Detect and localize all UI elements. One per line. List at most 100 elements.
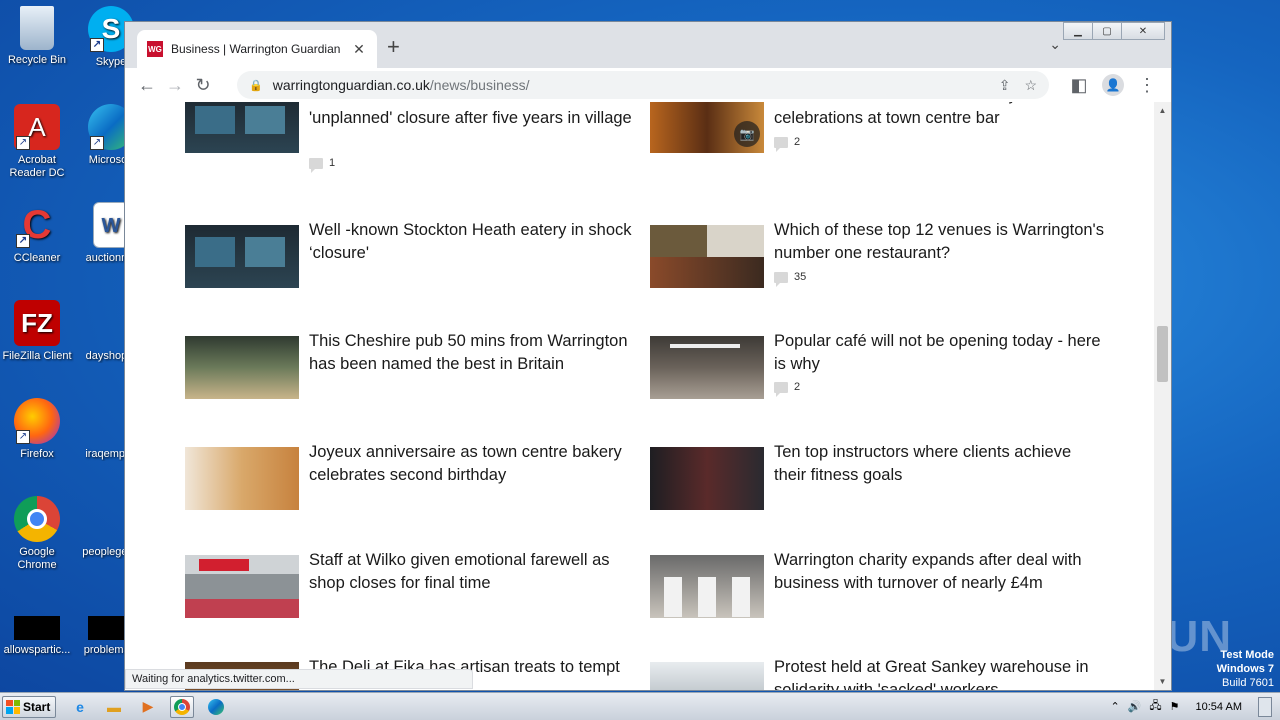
tray-expand-arrow-icon[interactable]: ⌃ xyxy=(1110,700,1119,713)
back-button[interactable]: ← xyxy=(133,71,161,99)
firefox-icon: ↗ xyxy=(14,398,60,444)
article-thumbnail[interactable] xyxy=(650,447,764,510)
side-panel-icon[interactable]: ◧ xyxy=(1065,71,1093,99)
reload-button[interactable]: ↻ xyxy=(189,71,217,99)
tab-search-chevron-icon[interactable]: ⌄ xyxy=(1049,36,1061,53)
window-controls: ▁ ▢ ✕ xyxy=(1063,22,1165,40)
action-center-flag-icon[interactable]: ⚑ xyxy=(1170,700,1180,713)
windows-version-line: Windows 7 xyxy=(1216,663,1274,675)
article-headline[interactable]: Staff at Wilko given emotional farewell … xyxy=(309,549,639,594)
article-thumbnail[interactable] xyxy=(650,555,764,618)
windows-logo-icon xyxy=(6,699,20,714)
shortcut-arrow-icon: ↗ xyxy=(16,136,30,150)
desktop-icon-label: Google Chrome xyxy=(17,546,57,571)
comment-bubble-icon xyxy=(774,381,788,397)
desktop-icon-recycle-bin[interactable]: Recycle Bin xyxy=(0,6,74,67)
desktop-icon-firefox[interactable]: ↗ Firefox xyxy=(0,398,74,461)
desktop-icon-google-chrome[interactable]: Google Chrome xyxy=(0,496,74,572)
article-headline[interactable]: Union Jack Vanbar - first birthday celeb… xyxy=(774,102,1104,129)
taskbar: Start e ▬ ▶ ⌃ 🔊 🖧 ⚑ 10:54 AM xyxy=(0,692,1280,720)
clock[interactable]: 10:54 AM xyxy=(1196,701,1242,713)
desktop-icon-label: Recycle Bin xyxy=(7,54,67,66)
page-scrollbar[interactable]: ▲ ▼ xyxy=(1154,102,1171,690)
comment-count[interactable]: 2 xyxy=(774,381,800,397)
scrollbar-thumb[interactable] xyxy=(1157,326,1168,382)
desktop-icon-acrobat[interactable]: A ↗ Acrobat Reader DC xyxy=(0,104,74,180)
article-thumbnail[interactable] xyxy=(185,447,299,510)
maximize-button[interactable]: ▢ xyxy=(1092,22,1122,40)
bookmark-star-icon[interactable]: ☆ xyxy=(1024,77,1037,94)
article-headline[interactable]: This Cheshire pub 50 mins from Warringto… xyxy=(309,330,639,375)
close-window-button[interactable]: ✕ xyxy=(1121,22,1165,40)
shortcut-arrow-icon: ↗ xyxy=(16,234,30,248)
article-headline[interactable]: Ten top instructors where clients achiev… xyxy=(774,441,1104,486)
acrobat-icon: A ↗ xyxy=(14,104,60,150)
article-headline[interactable]: Warrington charity expands after deal wi… xyxy=(774,549,1104,594)
chrome-taskbar-icon[interactable] xyxy=(170,695,194,718)
comment-count[interactable]: 35 xyxy=(774,271,806,287)
warrington-guardian-favicon-icon: WG xyxy=(147,41,163,57)
share-icon[interactable]: ⇪ xyxy=(999,77,1011,94)
article-thumbnail[interactable] xyxy=(185,225,299,288)
edge-taskbar-icon[interactable] xyxy=(204,696,228,718)
article-thumbnail[interactable] xyxy=(650,662,764,690)
close-tab-icon[interactable]: ✕ xyxy=(351,41,367,58)
article-headline[interactable]: Protest held at Great Sankey warehouse i… xyxy=(774,656,1104,690)
article-thumbnail[interactable] xyxy=(185,336,299,399)
scroll-down-arrow-icon[interactable]: ▼ xyxy=(1154,673,1171,690)
url-text: warringtonguardian.co.uk/news/business/ xyxy=(273,77,985,93)
desktop-icon-ccleaner[interactable]: C ↗ CCleaner xyxy=(0,202,74,265)
article-thumbnail[interactable]: 📷 xyxy=(650,102,764,153)
internet-explorer-icon[interactable]: e xyxy=(68,696,92,718)
article-thumbnail[interactable] xyxy=(650,225,764,288)
filezilla-icon: FZ xyxy=(14,300,60,346)
scroll-up-arrow-icon[interactable]: ▲ xyxy=(1154,102,1171,119)
desktop-icon-label: Acrobat Reader DC xyxy=(9,154,65,179)
test-mode-line: Test Mode xyxy=(1220,649,1274,661)
minimize-button[interactable]: ▁ xyxy=(1063,22,1093,40)
comment-count[interactable]: 2 xyxy=(774,136,800,152)
start-button[interactable]: Start xyxy=(2,695,56,718)
chrome-icon xyxy=(14,496,60,542)
build-line: Build 7601 xyxy=(1222,677,1274,689)
article-thumbnail[interactable] xyxy=(650,336,764,399)
media-player-icon[interactable]: ▶ xyxy=(136,696,160,718)
article-thumbnail[interactable] xyxy=(185,555,299,618)
recycle-bin-icon xyxy=(20,6,54,50)
black-file-icon xyxy=(14,616,60,640)
article-headline[interactable]: Stockton Heath business confirms 'unplan… xyxy=(309,102,639,129)
tab-business-warrington-guardian[interactable]: WG Business | Warrington Guardian ✕ xyxy=(137,30,377,68)
toolbar-right: ◧ 👤 ⋮ xyxy=(1065,71,1161,99)
start-label: Start xyxy=(23,699,51,714)
article-headline[interactable]: Popular café will not be opening today -… xyxy=(774,330,1104,375)
network-icon[interactable]: 🖧 xyxy=(1149,697,1161,716)
article-thumbnail[interactable] xyxy=(185,102,299,153)
address-bar[interactable]: 🔒 warringtonguardian.co.uk/news/business… xyxy=(237,71,1049,99)
menu-kebab-icon[interactable]: ⋮ xyxy=(1133,71,1161,99)
desktop-icon-allowspartic[interactable]: allowspartic... xyxy=(0,616,74,657)
show-desktop-button[interactable] xyxy=(1258,696,1272,717)
shortcut-arrow-icon: ↗ xyxy=(90,136,104,150)
volume-icon[interactable]: 🔊 xyxy=(1128,700,1142,713)
desktop-icon-label: CCleaner xyxy=(13,252,61,264)
forward-button[interactable]: → xyxy=(161,71,189,99)
article-headline[interactable]: Well -known Stockton Heath eatery in sho… xyxy=(309,219,639,264)
article-headline[interactable]: Joyeux anniversaire as town centre baker… xyxy=(309,441,639,486)
test-mode-notice: Test Mode Windows 7 Build 7601 xyxy=(1217,648,1274,690)
taskbar-pinned: e ▬ ▶ xyxy=(68,695,228,718)
article-headline[interactable]: Which of these top 12 venues is Warringt… xyxy=(774,219,1104,264)
lock-icon[interactable]: 🔒 xyxy=(249,79,263,92)
comment-bubble-icon xyxy=(309,157,323,173)
file-explorer-icon[interactable]: ▬ xyxy=(102,696,126,718)
url-host: warringtonguardian.co.uk xyxy=(272,77,430,93)
comment-bubble-icon xyxy=(774,136,788,152)
desktop-icon-filezilla[interactable]: FZ FileZilla Client xyxy=(0,300,74,363)
desktop-icon-label: FileZilla Client xyxy=(2,350,72,362)
profile-avatar-icon: 👤 xyxy=(1102,74,1124,96)
new-tab-button[interactable]: + xyxy=(387,36,400,58)
shortcut-arrow-icon: ↗ xyxy=(16,430,30,444)
profile-button[interactable]: 👤 xyxy=(1099,71,1127,99)
browser-window: WG Business | Warrington Guardian ✕ + ⌄ … xyxy=(124,21,1172,691)
shortcut-arrow-icon: ↗ xyxy=(90,38,104,52)
comment-count[interactable]: 1 xyxy=(309,157,335,173)
